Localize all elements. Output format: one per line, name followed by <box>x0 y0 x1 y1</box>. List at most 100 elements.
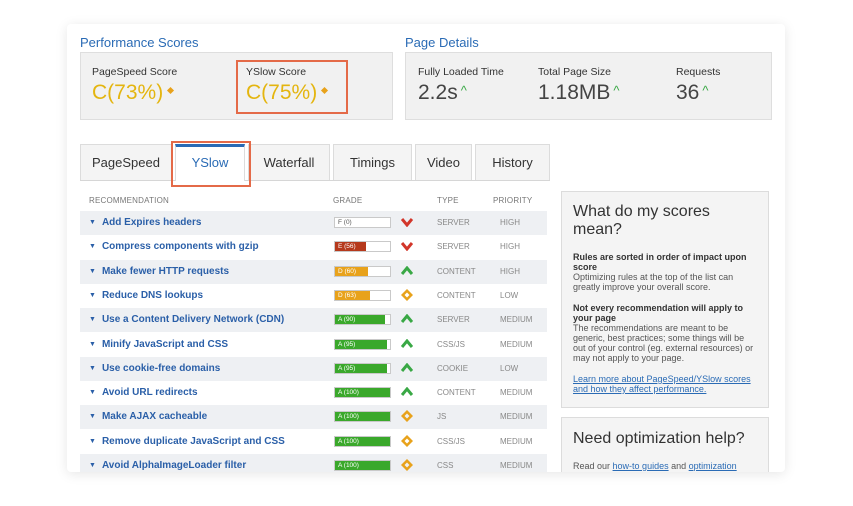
detail-page-size: Total Page Size 1.18MB ^ <box>538 66 619 105</box>
explainer-bold-1: Rules are sorted in order of impact upon… <box>573 252 747 272</box>
optimization-link[interactable]: optimization <box>689 461 737 471</box>
expand-caret-icon[interactable]: ▼ <box>89 341 96 348</box>
recommendation-type: SERVER <box>437 242 470 252</box>
neutral-diamond-icon <box>400 458 414 472</box>
grade-bar: A (100) <box>334 387 391 399</box>
how-to-guides-link[interactable]: how-to guides <box>613 461 669 471</box>
neutral-diamond-icon <box>400 434 414 449</box>
detail-value: 2.2s ^ <box>418 81 467 104</box>
tab-video[interactable]: Video <box>415 144 472 180</box>
learn-more-link[interactable]: Learn more about PageSpeed/YSlow scores … <box>573 374 757 394</box>
grade-text: F (0) <box>338 219 352 226</box>
report-card: Performance Scores PageSpeed Score C(73%… <box>67 24 785 472</box>
explainer-text-2: The recommendations are meant to be gene… <box>573 323 754 363</box>
expand-caret-icon[interactable]: ▼ <box>89 462 96 469</box>
table-row[interactable]: ▼ Avoid AlphaImageLoader filter A (100) CSS… <box>80 454 547 472</box>
yslow-tab-highlight <box>171 141 251 187</box>
page-details-title: Page Details <box>405 35 479 50</box>
recommendation-name[interactable]: ▼ Avoid URL redirects <box>89 381 198 406</box>
recommendation-name[interactable]: ▼ Make fewer HTTP requests <box>89 260 229 285</box>
down-chevron-icon <box>400 240 414 254</box>
table-row[interactable]: ▼ Use cookie-free domains A (95) COOKIE LOW <box>80 356 547 382</box>
detail-label: Total Page Size <box>538 66 611 78</box>
recommendation-priority: MEDIUM <box>500 436 533 446</box>
recommendation-priority: HIGH <box>500 266 520 276</box>
up-chevron-icon <box>400 338 414 352</box>
grade-bar: D (63) <box>334 289 391 301</box>
expand-caret-icon[interactable]: ▼ <box>89 316 96 323</box>
recommendation-priority: MEDIUM <box>500 388 533 398</box>
expand-caret-icon[interactable]: ▼ <box>89 365 96 372</box>
table-row[interactable]: ▼ Reduce DNS lookups D (63) CONTENT LOW <box>80 284 547 308</box>
recommendation-type: CSS/JS <box>437 339 466 349</box>
recommendation-priority: HIGH <box>500 218 520 227</box>
optimization-help-panel: Need optimization help? Read our how-to … <box>561 417 769 472</box>
table-row[interactable]: ▼ Make fewer HTTP requests D (60) CONTENT HI… <box>80 259 547 285</box>
optimization-help-title: Need optimization help? <box>573 430 745 447</box>
up-arrow-icon: ^ <box>613 83 620 98</box>
table-row[interactable]: ▼ Avoid URL redirects A (100) CONTENT MEDIUM <box>80 381 547 405</box>
explainer-text-1: Optimizing rules at the top of the list … <box>573 272 734 292</box>
expand-caret-icon[interactable]: ▼ <box>89 243 96 250</box>
recommendation-name[interactable]: ▼ Use a Content Delivery Network (CDN) <box>89 308 284 333</box>
recommendation-type: COOKIE <box>437 363 469 373</box>
grade-text: A (90) <box>338 316 356 324</box>
detail-value: 36 ^ <box>676 81 709 104</box>
report-tabs: PageSpeed YSlow Waterfall Timings Video … <box>80 144 550 181</box>
up-arrow-icon: ^ <box>460 83 467 98</box>
header-type: TYPE <box>437 196 459 205</box>
table-row[interactable]: ▼ Minify JavaScript and CSS A (95) CSS/JS ME… <box>80 333 547 357</box>
grade-bar: A (100) <box>334 460 391 471</box>
table-row[interactable]: ▼ Add Expires headers F (0) SERVER HIGH <box>80 211 547 235</box>
pagespeed-score: PageSpeed Score C(73%) <box>92 66 177 105</box>
recommendation-name[interactable]: ▼ Minify JavaScript and CSS <box>89 333 228 358</box>
expand-caret-icon[interactable]: ▼ <box>89 438 96 445</box>
recommendation-name[interactable]: ▼ Remove duplicate JavaScript and CSS <box>89 430 285 455</box>
grade-bar: A (100) <box>334 435 391 447</box>
grade-text: D (60) <box>338 267 357 275</box>
expand-caret-icon[interactable]: ▼ <box>89 389 96 396</box>
expand-caret-icon[interactable]: ▼ <box>89 268 96 275</box>
recommendation-priority: HIGH <box>500 242 520 252</box>
tab-waterfall[interactable]: Waterfall <box>248 144 330 180</box>
table-row[interactable]: ▼ Compress components with gzip E (56) SERV… <box>80 235 547 259</box>
expand-caret-icon[interactable]: ▼ <box>89 292 96 299</box>
recommendation-priority: LOW <box>500 363 519 373</box>
header-priority: PRIORITY <box>493 196 533 205</box>
grade-text: D (63) <box>338 291 357 299</box>
recommendation-priority: MEDIUM <box>500 412 533 422</box>
recommendation-type: SERVER <box>437 218 470 227</box>
scores-explainer-panel: What do my scores mean? Rules are sorted… <box>561 191 769 408</box>
recommendation-name[interactable]: ▼ Compress components with gzip <box>89 235 259 260</box>
tab-pagespeed[interactable]: PageSpeed <box>80 144 172 180</box>
expand-caret-icon[interactable]: ▼ <box>89 413 96 420</box>
neutral-diamond-icon <box>400 410 414 424</box>
table-row[interactable]: ▼ Use a Content Delivery Network (CDN) A (… <box>80 308 547 333</box>
recommendation-type: SERVER <box>437 315 470 325</box>
grade-text: E (56) <box>338 243 356 251</box>
grade-text: A (95) <box>338 364 356 372</box>
grade-text: A (100) <box>338 437 359 445</box>
performance-scores-title: Performance Scores <box>80 35 199 50</box>
up-chevron-icon <box>400 313 414 327</box>
recommendation-priority: MEDIUM <box>500 315 533 325</box>
header-grade: GRADE <box>333 196 363 205</box>
recommendation-name[interactable]: ▼ Make AJAX cacheable <box>89 405 207 430</box>
table-row[interactable]: ▼ Remove duplicate JavaScript and CSS A (1… <box>80 430 547 454</box>
recommendation-type: CSS/JS <box>437 436 466 446</box>
table-row[interactable]: ▼ Make AJAX cacheable A (100) JS MEDIUM <box>80 405 547 430</box>
tab-history[interactable]: History <box>475 144 550 180</box>
recommendation-name[interactable]: ▼ Add Expires headers <box>89 211 201 236</box>
detail-label: Requests <box>676 66 721 78</box>
grade-text: A (100) <box>338 389 359 397</box>
expand-caret-icon[interactable]: ▼ <box>89 219 96 226</box>
grade-text: A (100) <box>338 462 359 469</box>
recommendation-name[interactable]: ▼ Reduce DNS lookups <box>89 284 203 309</box>
pagespeed-score-value: C(73%) <box>92 81 177 105</box>
explainer-bold-2: Not every recommendation will apply to y… <box>573 303 744 323</box>
recommendation-name[interactable]: ▼ Use cookie-free domains <box>89 357 220 382</box>
recommendation-name[interactable]: ▼ Avoid AlphaImageLoader filter <box>89 454 246 472</box>
neutral-diamond-icon <box>167 86 175 94</box>
tab-timings[interactable]: Timings <box>333 144 412 180</box>
up-chevron-icon <box>400 265 414 279</box>
